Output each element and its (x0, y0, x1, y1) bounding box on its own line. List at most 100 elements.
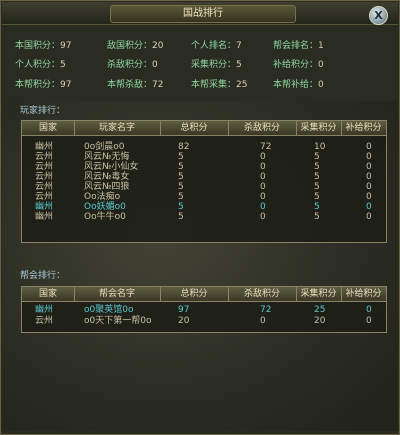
stat-item: 采集积分：5 (191, 58, 242, 72)
stat-label: 本帮采集： (191, 80, 237, 90)
guild-ranking-table: 国家 帮会名字 总积分 杀敌积分 采集积分 补给积分 幽州 o0聚英馆0o 97 72 25 0 云州… (21, 286, 387, 333)
column-header[interactable]: 补给积分 (341, 287, 386, 301)
stat-value: 1 (318, 41, 324, 51)
cell-total: 82 (178, 142, 190, 152)
stat-item: 杀敌积分：0 (107, 58, 158, 72)
stat-item: 补给积分：0 (273, 58, 324, 72)
table-row[interactable]: 云州 风云№四狼 5 0 5 0 (22, 182, 386, 192)
cell-gather: 10 (314, 142, 326, 152)
cell-gather: 5 (314, 172, 320, 182)
cell-total: 5 (178, 202, 184, 212)
column-header[interactable]: 杀敌积分 (228, 287, 297, 301)
stat-value: 5 (60, 60, 66, 70)
cell-gather: 20 (314, 316, 326, 326)
stat-item: 本国积分：97 (15, 39, 71, 53)
stat-item: 个人排名：7 (191, 39, 242, 53)
cell-supply: 0 (366, 162, 372, 172)
player-ranking-label: 玩家排行： (20, 106, 66, 116)
cell-kill: 0 (260, 182, 266, 192)
stat-label: 本国积分： (15, 41, 61, 51)
table-row[interactable]: 云州 风云№小仙女 5 0 5 0 (22, 162, 386, 172)
table-row[interactable]: 云州 风云№无悔 5 0 5 0 (22, 152, 386, 162)
cell-total: 5 (178, 172, 184, 182)
ranking-window: 国战排行 X 本国积分：97 敌国积分：20 个人排名：7 帮会排名：1 个人积分：5 杀… (0, 0, 400, 435)
cell-nation: 幽州 (35, 202, 54, 212)
stat-value: 97 (60, 41, 72, 51)
stat-value: 72 (152, 80, 164, 90)
table-row[interactable]: 幽州 Oo妖媚o0 5 0 5 0 (22, 202, 386, 212)
column-header[interactable]: 国家 (22, 121, 75, 135)
cell-kill: 0 (260, 162, 266, 172)
stat-label: 杀敌积分： (107, 60, 153, 70)
cell-nation: 云州 (35, 162, 54, 172)
stat-item: 本帮补给：0 (273, 78, 324, 92)
stat-label: 敌国积分： (107, 41, 153, 51)
player-ranking-table: 国家 玩家名字 总积分 杀敌积分 采集积分 补给积分 幽州 0o剑晨o0 82 72 10 0 云州风… (21, 120, 387, 243)
cell-nation: 云州 (35, 316, 54, 326)
cell-kill: 0 (260, 316, 266, 326)
title-bar: 国战排行 X (2, 2, 398, 25)
cell-gather: 5 (314, 202, 320, 212)
cell-kill: 0 (260, 202, 266, 212)
column-header[interactable]: 补给积分 (341, 121, 386, 135)
cell-gather: 5 (314, 212, 320, 222)
cell-total: 5 (178, 162, 184, 172)
stat-item: 个人积分：5 (15, 58, 66, 72)
stat-value: 97 (60, 80, 72, 90)
stat-value: 5 (236, 60, 242, 70)
column-header[interactable]: 采集积分 (296, 287, 342, 301)
cell-name: 风云№四狼 (84, 182, 130, 192)
stat-label: 帮会排名： (273, 41, 319, 51)
column-header[interactable]: 玩家名字 (74, 121, 161, 135)
guild-ranking-label: 帮会排行： (20, 271, 66, 281)
cell-gather: 5 (314, 192, 320, 202)
cell-kill: 72 (260, 305, 272, 315)
stat-item: 本帮采集：25 (191, 78, 247, 92)
column-header[interactable]: 国家 (22, 287, 75, 301)
column-header[interactable]: 杀敌积分 (228, 121, 297, 135)
table-row[interactable]: 云州 o0天下第一帮0o 20 0 20 0 (22, 316, 386, 326)
cell-kill: 0 (260, 172, 266, 182)
table-row[interactable]: 幽州 o0聚英馆0o 97 72 25 0 (22, 305, 386, 315)
stat-item: 敌国积分：20 (107, 39, 163, 53)
column-header[interactable]: 总积分 (160, 121, 229, 135)
table-row[interactable]: 幽州 0o剑晨o0 82 72 10 0 (22, 142, 386, 152)
cell-supply: 0 (366, 192, 372, 202)
table-row[interactable]: 幽州 Oo牛牛o0 5 0 5 0 (22, 212, 386, 222)
player-table-header: 国家 玩家名字 总积分 杀敌积分 采集积分 补给积分 (22, 121, 386, 136)
stat-value: 0 (318, 80, 324, 90)
cell-name: 风云№无悔 (84, 152, 130, 162)
cell-supply: 0 (366, 172, 372, 182)
cell-supply: 0 (366, 152, 372, 162)
stat-item: 本帮杀敌：72 (107, 78, 163, 92)
cell-gather: 5 (314, 152, 320, 162)
cell-nation: 云州 (35, 152, 54, 162)
table-row[interactable]: 云州 Oo法痴o 5 0 5 0 (22, 192, 386, 202)
stat-value: 25 (236, 80, 248, 90)
table-row[interactable]: 云州 风云№毒女 5 0 5 0 (22, 172, 386, 182)
cell-total: 5 (178, 152, 184, 162)
cell-name: o0天下第一帮0o (84, 316, 152, 326)
stat-label: 本帮补给： (273, 80, 319, 90)
cell-total: 97 (178, 305, 190, 315)
cell-supply: 0 (366, 142, 372, 152)
stat-value: 0 (318, 60, 324, 70)
cell-kill: 0 (260, 192, 266, 202)
stat-label: 补给积分： (273, 60, 319, 70)
cell-nation: 云州 (35, 172, 54, 182)
cell-supply: 0 (366, 202, 372, 212)
cell-nation: 幽州 (35, 212, 54, 222)
column-header[interactable]: 帮会名字 (74, 287, 161, 301)
cell-kill: 72 (260, 142, 272, 152)
stat-label: 个人排名： (191, 41, 237, 51)
cell-name: 风云№毒女 (84, 172, 130, 182)
close-button[interactable]: X (369, 6, 388, 25)
column-header[interactable]: 采集积分 (296, 121, 342, 135)
cell-total: 5 (178, 182, 184, 192)
cell-kill: 0 (260, 152, 266, 162)
window-title: 国战排行 (110, 5, 296, 23)
cell-total: 5 (178, 212, 184, 222)
column-header[interactable]: 总积分 (160, 287, 229, 301)
cell-total: 5 (178, 192, 184, 202)
cell-gather: 5 (314, 182, 320, 192)
